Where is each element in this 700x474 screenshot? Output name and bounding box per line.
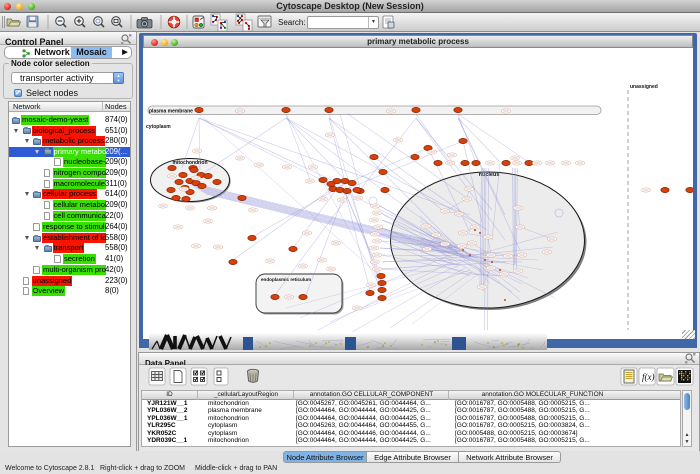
- svg-text:f(x): f(x): [642, 372, 655, 382]
- svg-text:endoplasmic reticulum: endoplasmic reticulum: [261, 277, 311, 282]
- svg-text:mitochondrion: mitochondrion: [173, 160, 208, 166]
- svg-text:plasma membrane: plasma membrane: [149, 109, 193, 115]
- svg-text:unassigned: unassigned: [630, 84, 658, 90]
- svg-text:cytoplasm: cytoplasm: [146, 124, 171, 130]
